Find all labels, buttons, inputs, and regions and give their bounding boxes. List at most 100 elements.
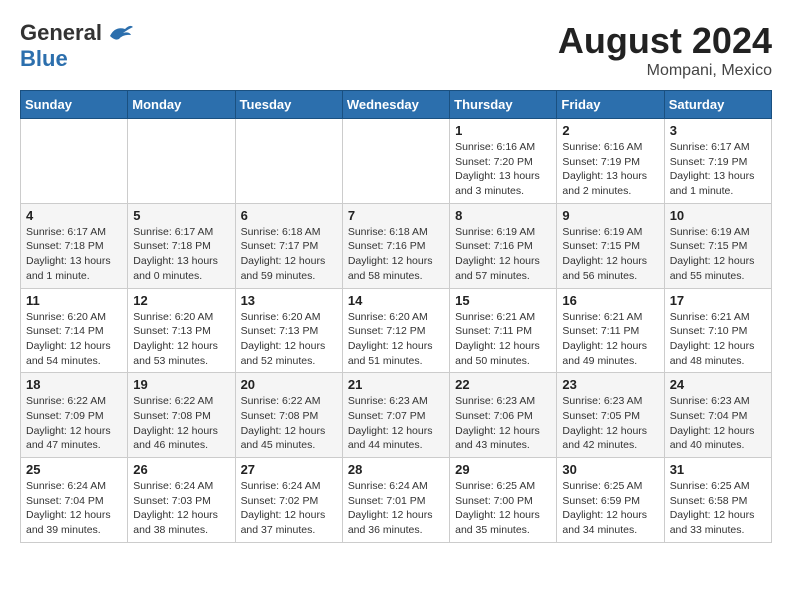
day-info: Sunrise: 6:24 AM Sunset: 7:03 PM Dayligh…: [133, 479, 229, 538]
day-number: 10: [670, 208, 766, 223]
calendar-cell: 22 Sunrise: 6:23 AM Sunset: 7:06 PM Dayli…: [450, 373, 557, 458]
day-info: Sunrise: 6:21 AM Sunset: 7:10 PM Dayligh…: [670, 310, 766, 369]
day-number: 4: [26, 208, 122, 223]
day-number: 18: [26, 377, 122, 392]
calendar-week-row: 11Sunrise: 6:20 AM Sunset: 7:14 PM Dayli…: [21, 288, 772, 373]
day-info: Sunrise: 6:18 AM Sunset: 7:17 PM Dayligh…: [241, 225, 337, 284]
calendar-cell: 28 Sunrise: 6:24 AM Sunset: 7:01 PM Dayli…: [342, 458, 449, 543]
calendar-cell: 3Sunrise: 6:17 AM Sunset: 7:19 PM Daylig…: [664, 119, 771, 204]
weekday-header-sunday: Sunday: [21, 91, 128, 119]
calendar-cell: 24 Sunrise: 6:23 AM Sunset: 7:04 PM Dayli…: [664, 373, 771, 458]
day-number: 15: [455, 293, 551, 308]
calendar-cell: 18 Sunrise: 6:22 AM Sunset: 7:09 PM Dayli…: [21, 373, 128, 458]
calendar-cell: 29Sunrise: 6:25 AM Sunset: 7:00 PM Dayli…: [450, 458, 557, 543]
calendar-cell: 31 Sunrise: 6:25 AM Sunset: 6:58 PM Dayli…: [664, 458, 771, 543]
day-info: Sunrise: 6:25 AM Sunset: 6:58 PM Dayligh…: [670, 479, 766, 538]
logo-bird-icon: [105, 21, 135, 46]
day-number: 8: [455, 208, 551, 223]
day-number: 1: [455, 123, 551, 138]
day-info: Sunrise: 6:19 AM Sunset: 7:16 PM Dayligh…: [455, 225, 551, 284]
calendar-week-row: 18 Sunrise: 6:22 AM Sunset: 7:09 PM Dayli…: [21, 373, 772, 458]
day-info: Sunrise: 6:22 AM Sunset: 7:08 PM Dayligh…: [133, 394, 229, 453]
calendar-cell: 21 Sunrise: 6:23 AM Sunset: 7:07 PM Dayli…: [342, 373, 449, 458]
day-info: Sunrise: 6:23 AM Sunset: 7:07 PM Dayligh…: [348, 394, 444, 453]
day-info: Sunrise: 6:24 AM Sunset: 7:01 PM Dayligh…: [348, 479, 444, 538]
day-number: 12: [133, 293, 229, 308]
weekday-header-monday: Monday: [128, 91, 235, 119]
day-info: Sunrise: 6:20 AM Sunset: 7:12 PM Dayligh…: [348, 310, 444, 369]
calendar-cell: 6Sunrise: 6:18 AM Sunset: 7:17 PM Daylig…: [235, 203, 342, 288]
calendar-week-row: 1 Sunrise: 6:16 AM Sunset: 7:20 PM Daylig…: [21, 119, 772, 204]
calendar-cell: [235, 119, 342, 204]
day-info: Sunrise: 6:20 AM Sunset: 7:13 PM Dayligh…: [133, 310, 229, 369]
day-info: Sunrise: 6:17 AM Sunset: 7:19 PM Dayligh…: [670, 140, 766, 199]
calendar-cell: 23Sunrise: 6:23 AM Sunset: 7:05 PM Dayli…: [557, 373, 664, 458]
calendar-table: SundayMondayTuesdayWednesdayThursdayFrid…: [20, 90, 772, 543]
day-number: 2: [562, 123, 658, 138]
calendar-cell: 16 Sunrise: 6:21 AM Sunset: 7:11 PM Dayli…: [557, 288, 664, 373]
day-info: Sunrise: 6:22 AM Sunset: 7:09 PM Dayligh…: [26, 394, 122, 453]
calendar-cell: 11Sunrise: 6:20 AM Sunset: 7:14 PM Dayli…: [21, 288, 128, 373]
month-year-title: August 2024: [558, 20, 772, 62]
day-number: 27: [241, 462, 337, 477]
calendar-cell: 4 Sunrise: 6:17 AM Sunset: 7:18 PM Daylig…: [21, 203, 128, 288]
day-number: 22: [455, 377, 551, 392]
day-number: 5: [133, 208, 229, 223]
day-number: 9: [562, 208, 658, 223]
title-block: August 2024 Mompani, Mexico: [558, 20, 772, 80]
day-number: 23: [562, 377, 658, 392]
calendar-cell: 14Sunrise: 6:20 AM Sunset: 7:12 PM Dayli…: [342, 288, 449, 373]
day-number: 26: [133, 462, 229, 477]
calendar-cell: 9 Sunrise: 6:19 AM Sunset: 7:15 PM Daylig…: [557, 203, 664, 288]
weekday-header-thursday: Thursday: [450, 91, 557, 119]
day-info: Sunrise: 6:24 AM Sunset: 7:02 PM Dayligh…: [241, 479, 337, 538]
day-info: Sunrise: 6:18 AM Sunset: 7:16 PM Dayligh…: [348, 225, 444, 284]
calendar-cell: 13Sunrise: 6:20 AM Sunset: 7:13 PM Dayli…: [235, 288, 342, 373]
day-number: 28: [348, 462, 444, 477]
day-number: 17: [670, 293, 766, 308]
calendar-cell: 2Sunrise: 6:16 AM Sunset: 7:19 PM Daylig…: [557, 119, 664, 204]
weekday-header-friday: Friday: [557, 91, 664, 119]
day-number: 30: [562, 462, 658, 477]
day-number: 29: [455, 462, 551, 477]
day-number: 24: [670, 377, 766, 392]
weekday-header-tuesday: Tuesday: [235, 91, 342, 119]
day-info: Sunrise: 6:24 AM Sunset: 7:04 PM Dayligh…: [26, 479, 122, 538]
calendar-week-row: 25Sunrise: 6:24 AM Sunset: 7:04 PM Dayli…: [21, 458, 772, 543]
day-info: Sunrise: 6:25 AM Sunset: 6:59 PM Dayligh…: [562, 479, 658, 538]
calendar-cell: 7 Sunrise: 6:18 AM Sunset: 7:16 PM Daylig…: [342, 203, 449, 288]
day-info: Sunrise: 6:20 AM Sunset: 7:14 PM Dayligh…: [26, 310, 122, 369]
calendar-cell: 10 Sunrise: 6:19 AM Sunset: 7:15 PM Dayli…: [664, 203, 771, 288]
day-info: Sunrise: 6:21 AM Sunset: 7:11 PM Dayligh…: [455, 310, 551, 369]
day-info: Sunrise: 6:21 AM Sunset: 7:11 PM Dayligh…: [562, 310, 658, 369]
calendar-cell: 20 Sunrise: 6:22 AM Sunset: 7:08 PM Dayli…: [235, 373, 342, 458]
day-info: Sunrise: 6:23 AM Sunset: 7:06 PM Dayligh…: [455, 394, 551, 453]
day-number: 7: [348, 208, 444, 223]
calendar-cell: [128, 119, 235, 204]
day-info: Sunrise: 6:23 AM Sunset: 7:04 PM Dayligh…: [670, 394, 766, 453]
day-number: 20: [241, 377, 337, 392]
calendar-cell: 15 Sunrise: 6:21 AM Sunset: 7:11 PM Dayli…: [450, 288, 557, 373]
calendar-cell: 19Sunrise: 6:22 AM Sunset: 7:08 PM Dayli…: [128, 373, 235, 458]
day-info: Sunrise: 6:19 AM Sunset: 7:15 PM Dayligh…: [670, 225, 766, 284]
day-info: Sunrise: 6:16 AM Sunset: 7:20 PM Dayligh…: [455, 140, 551, 199]
day-number: 21: [348, 377, 444, 392]
day-number: 31: [670, 462, 766, 477]
calendar-cell: 27 Sunrise: 6:24 AM Sunset: 7:02 PM Dayli…: [235, 458, 342, 543]
day-info: Sunrise: 6:17 AM Sunset: 7:18 PM Dayligh…: [26, 225, 122, 284]
page-header: General Blue August 2024 Mompani, Mexico: [20, 20, 772, 80]
calendar-cell: 8 Sunrise: 6:19 AM Sunset: 7:16 PM Daylig…: [450, 203, 557, 288]
day-info: Sunrise: 6:22 AM Sunset: 7:08 PM Dayligh…: [241, 394, 337, 453]
calendar-week-row: 4 Sunrise: 6:17 AM Sunset: 7:18 PM Daylig…: [21, 203, 772, 288]
logo-blue-text: Blue: [20, 46, 68, 72]
day-number: 16: [562, 293, 658, 308]
calendar-cell: 25Sunrise: 6:24 AM Sunset: 7:04 PM Dayli…: [21, 458, 128, 543]
day-info: Sunrise: 6:20 AM Sunset: 7:13 PM Dayligh…: [241, 310, 337, 369]
calendar-cell: [342, 119, 449, 204]
day-info: Sunrise: 6:17 AM Sunset: 7:18 PM Dayligh…: [133, 225, 229, 284]
calendar-cell: 12 Sunrise: 6:20 AM Sunset: 7:13 PM Dayli…: [128, 288, 235, 373]
calendar-cell: 1 Sunrise: 6:16 AM Sunset: 7:20 PM Daylig…: [450, 119, 557, 204]
calendar-cell: 5 Sunrise: 6:17 AM Sunset: 7:18 PM Daylig…: [128, 203, 235, 288]
weekday-header-wednesday: Wednesday: [342, 91, 449, 119]
day-info: Sunrise: 6:19 AM Sunset: 7:15 PM Dayligh…: [562, 225, 658, 284]
